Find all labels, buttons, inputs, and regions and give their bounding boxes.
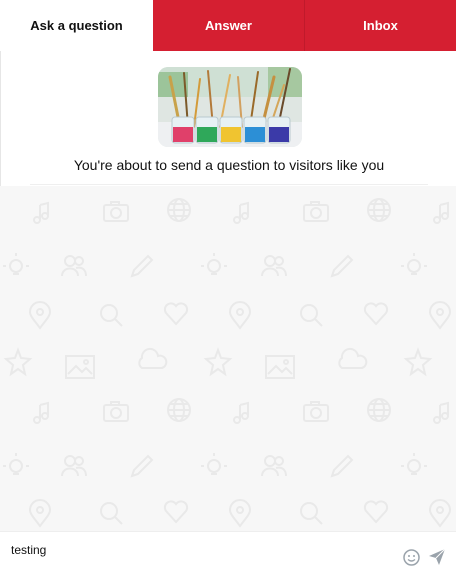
question-header: You're about to send a question to visit… xyxy=(0,51,456,186)
question-header-text: You're about to send a question to visit… xyxy=(73,157,385,173)
paper-plane-icon[interactable] xyxy=(428,548,446,571)
tab-inbox[interactable]: Inbox xyxy=(305,0,456,51)
chat-area xyxy=(0,186,456,531)
tab-answer[interactable]: Answer xyxy=(153,0,305,51)
message-input[interactable]: testing xyxy=(11,543,46,557)
paint-brushes-photo xyxy=(158,67,302,147)
smiley-icon[interactable] xyxy=(403,549,420,571)
tab-bar: Ask a question Answer Inbox xyxy=(0,0,456,51)
message-composer[interactable]: testing xyxy=(0,531,456,580)
header-divider xyxy=(30,184,428,185)
tab-ask-a-question[interactable]: Ask a question xyxy=(0,0,153,51)
doodle-pattern xyxy=(2,198,451,527)
